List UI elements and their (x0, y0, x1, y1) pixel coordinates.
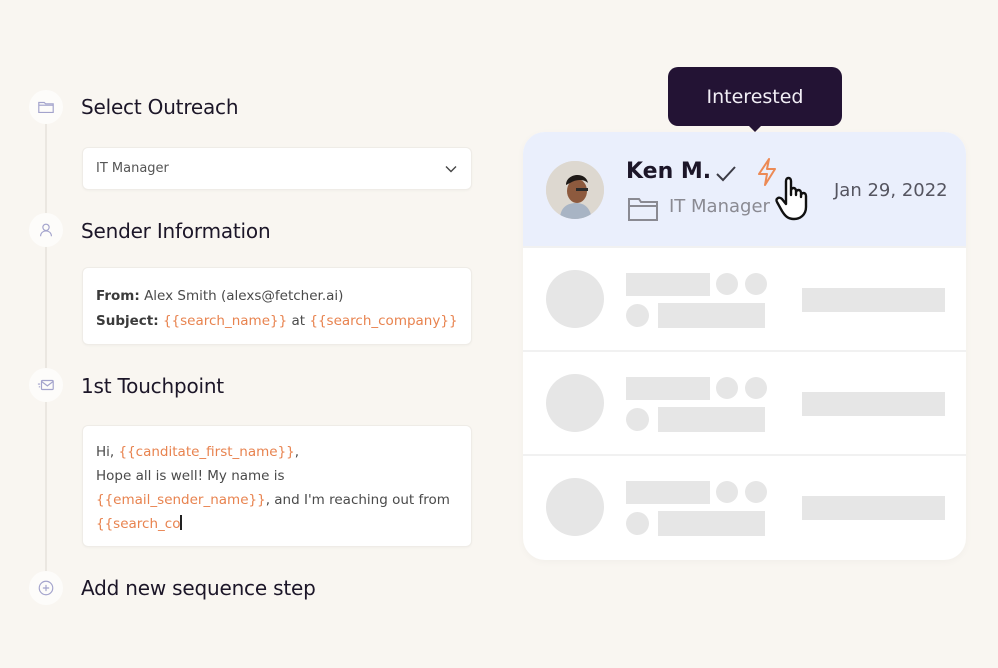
placeholder-role (658, 511, 765, 536)
step-sender-badge (29, 213, 63, 247)
pointer-hand-icon (775, 176, 808, 221)
add-sequence-step-button[interactable]: Add new sequence step (81, 576, 316, 600)
folder-icon (38, 101, 54, 113)
touchpoint-message-editor[interactable]: Hi, {{canditate_first_name}}, Hope all i… (82, 425, 472, 547)
plus-circle-icon (38, 580, 54, 596)
subject-variable-name: {{search_name}} (162, 313, 288, 329)
placeholder-icon (626, 304, 649, 327)
message-text: , and I'm reaching out from (265, 492, 450, 508)
placeholder-role (658, 303, 765, 328)
from-value: Alex Smith (alexs@fetcher.ai) (144, 288, 344, 304)
message-line-4: {{search_co (96, 512, 458, 536)
from-line: From: Alex Smith (alexs@fetcher.ai) (96, 284, 458, 309)
placeholder-row (523, 246, 966, 350)
placeholder-name (626, 481, 710, 504)
subject-label: Subject: (96, 313, 159, 329)
variable-email-sender-name: {{email_sender_name}} (96, 492, 266, 508)
outreach-dropdown[interactable]: IT Manager (82, 147, 472, 190)
avatar (546, 161, 604, 219)
placeholder-row (523, 454, 966, 558)
placeholder-icon (745, 377, 767, 399)
placeholder-icon (716, 481, 738, 503)
sender-info-card[interactable]: From: Alex Smith (alexs@fetcher.ai) Subj… (82, 267, 472, 345)
greeting-comma: , (294, 444, 300, 460)
placeholder-icon (626, 512, 649, 535)
candidate-row-active[interactable]: Ken M. IT Manager Jan 29, 2022 (523, 132, 966, 247)
timeline-connector (45, 120, 47, 580)
candidate-role: IT Manager (669, 196, 770, 217)
step-title-select-outreach: Select Outreach (81, 95, 239, 119)
placeholder-icon (745, 481, 767, 503)
greeting-text: Hi, (96, 444, 119, 460)
mail-send-icon (37, 379, 54, 391)
candidate-date: Jan 29, 2022 (834, 180, 948, 201)
message-line-2: Hope all is well! My name is (96, 468, 285, 484)
subject-variable-company: {{search_company}} (309, 313, 458, 329)
placeholder-date (802, 288, 945, 312)
placeholder-date (802, 392, 945, 416)
placeholder-role (658, 407, 765, 432)
placeholder-date (802, 496, 945, 520)
placeholder-icon (626, 408, 649, 431)
placeholder-avatar (546, 270, 604, 328)
placeholder-icon (716, 273, 738, 295)
step-select-outreach-badge (29, 90, 63, 124)
chevron-down-icon (445, 165, 457, 172)
placeholder-name (626, 273, 710, 296)
avatar-photo (546, 161, 604, 219)
placeholder-avatar (546, 478, 604, 536)
variable-candidate-first-name: {{canditate_first_name}} (118, 444, 295, 460)
add-step-badge[interactable] (29, 571, 63, 605)
candidate-name: Ken M. (626, 159, 712, 184)
text-cursor (180, 515, 182, 530)
folder-icon (628, 198, 658, 221)
step-title-first-touchpoint: 1st Touchpoint (81, 374, 224, 398)
subject-line: Subject: {{search_name}} at {{search_com… (96, 309, 458, 334)
message-line-1: Hi, {{canditate_first_name}}, (96, 440, 458, 464)
user-icon (40, 223, 52, 237)
step-title-sender-information: Sender Information (81, 219, 271, 243)
check-icon[interactable] (713, 160, 739, 186)
candidate-list-panel: Ken M. IT Manager Jan 29, 2022 (523, 132, 966, 560)
from-label: From: (96, 288, 140, 304)
placeholder-icon (716, 377, 738, 399)
step-touchpoint-badge (29, 368, 63, 402)
message-line-3: {{email_sender_name}}, and I'm reaching … (96, 488, 458, 512)
placeholder-row (523, 350, 966, 454)
subject-connector: at (291, 313, 306, 329)
variable-search-company-partial: {{search_co (96, 516, 181, 532)
placeholder-avatar (546, 374, 604, 432)
outreach-dropdown-value: IT Manager (96, 161, 169, 176)
placeholder-icon (745, 273, 767, 295)
placeholder-name (626, 377, 710, 400)
status-tooltip: Interested (668, 67, 842, 132)
